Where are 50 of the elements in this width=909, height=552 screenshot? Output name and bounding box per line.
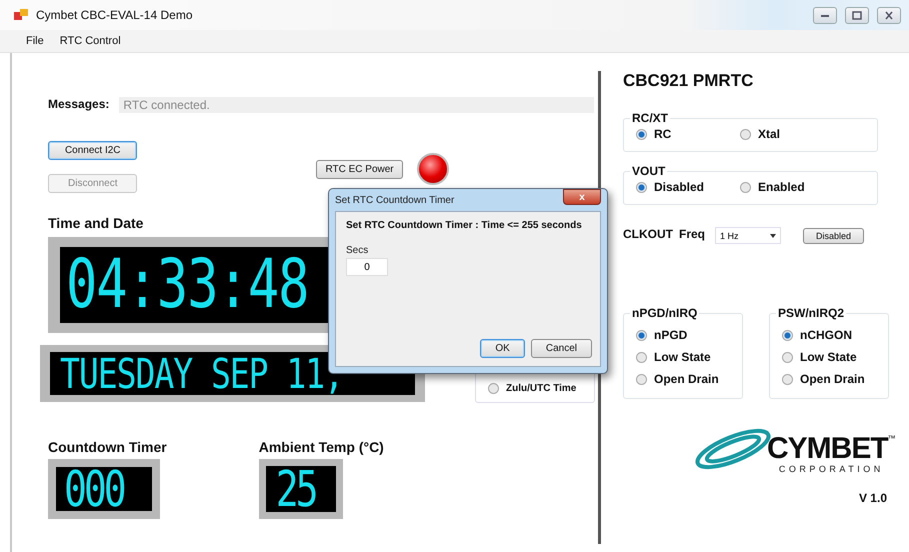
dialog-button[interactable]: OK xyxy=(480,339,525,358)
field-label: Secs xyxy=(346,245,370,256)
dialog-message: Set RTC Countdown Timer : Time <= 255 seconds xyxy=(346,220,582,231)
section-title: Countdown Timer xyxy=(48,439,167,455)
app-icon xyxy=(14,9,28,21)
temperature-display: 25 xyxy=(266,466,336,512)
device-title: CBC921 PMRTC xyxy=(623,71,754,91)
radio-option[interactable]: nPGD xyxy=(636,328,730,342)
radio-option[interactable]: RC xyxy=(636,127,740,141)
close-button[interactable] xyxy=(877,6,901,24)
freq-label: Freq xyxy=(679,227,706,241)
countdown-display: 000 xyxy=(56,467,152,511)
group-title: VOUT xyxy=(631,164,666,178)
messages-label: Messages: xyxy=(48,97,110,111)
radio-option[interactable]: Open Drain xyxy=(782,372,876,386)
messages-field: RTC connected. xyxy=(119,97,594,113)
radio-option[interactable]: nCHGON xyxy=(782,328,876,342)
section-title: Time and Date xyxy=(48,215,144,231)
logo-name: CYMBET™ xyxy=(767,434,896,464)
window-title: Cymbet CBC-EVAL-14 Demo xyxy=(36,8,194,22)
radio-option[interactable]: Xtal xyxy=(740,127,844,141)
radio-option[interactable]: Open Drain xyxy=(636,372,730,386)
group-title: PSW/nIRQ2 xyxy=(777,306,846,320)
group-title: RC/XT xyxy=(631,111,669,125)
radio-option[interactable]: Low State xyxy=(636,350,730,364)
radio-option[interactable]: Disabled xyxy=(636,180,740,194)
radio-option[interactable]: Enabled xyxy=(740,180,844,194)
connect-button[interactable]: Connect I2C xyxy=(48,141,138,160)
caret-icon xyxy=(770,234,776,238)
frequency-dropdown[interactable]: 1 Hz xyxy=(715,227,782,244)
dialog-title: Set RTC Countdown Timer xyxy=(335,194,454,206)
close-icon xyxy=(884,10,894,20)
power-button[interactable]: RTC EC Power xyxy=(316,160,403,178)
minimize-icon xyxy=(820,12,830,18)
menu-item[interactable]: RTC Control xyxy=(54,33,127,49)
radio-option[interactable]: Zulu/UTC Time xyxy=(488,383,576,394)
clkout-label: CLKOUT xyxy=(623,227,673,241)
section-title: Ambient Temp (°C) xyxy=(258,439,384,455)
maximize-button[interactable] xyxy=(845,6,869,24)
radio-option[interactable]: Low State xyxy=(782,350,876,364)
seconds-field[interactable]: 0 xyxy=(346,258,388,276)
group-title: nPGD/nIRQ xyxy=(631,306,698,320)
minimize-button[interactable] xyxy=(813,6,837,24)
logo-subtitle: CORPORATION xyxy=(778,464,884,474)
dialog-button[interactable]: Cancel xyxy=(530,339,592,358)
menu-item[interactable]: File xyxy=(20,33,50,49)
maximize-icon xyxy=(852,10,862,20)
clkout-button[interactable]: Disabled xyxy=(803,228,864,244)
version-label: V 1.0 xyxy=(858,491,887,505)
close-button[interactable]: x xyxy=(563,189,601,205)
